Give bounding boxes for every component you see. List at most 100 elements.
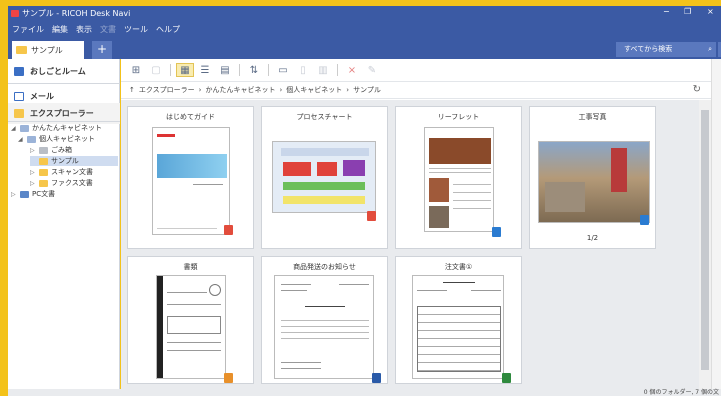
tree-label: PC文書: [32, 190, 56, 198]
chevron-down-icon[interactable]: ◢: [11, 125, 17, 132]
folder-icon: [16, 46, 27, 54]
tree-label: かんたんキャビネット: [32, 124, 102, 132]
vertical-scrollbar[interactable]: [699, 100, 711, 389]
document-title: 書類: [183, 263, 198, 271]
document-thumbnail: [412, 275, 504, 379]
document-card[interactable]: 工事写真 1/2: [529, 106, 656, 249]
cabinet-icon: [20, 124, 29, 132]
folder-icon: [39, 157, 48, 165]
document-title: はじめてガイド: [166, 113, 215, 121]
document-title: 注文書①: [444, 263, 473, 271]
image-icon: [224, 373, 233, 383]
explorer-folder-icon: [14, 109, 24, 118]
minimize-button[interactable]: −: [663, 7, 670, 16]
chevron-right-icon[interactable]: ▷: [30, 169, 36, 176]
image-icon: [640, 215, 649, 225]
trash-icon: [39, 146, 48, 154]
document-thumbnail: [152, 127, 230, 235]
list-view-icon[interactable]: ☰: [196, 63, 214, 77]
app-icon: [11, 9, 19, 17]
breadcrumb-personal-cabinet[interactable]: 個人キャビネット: [286, 85, 342, 95]
tree-item-fax[interactable]: ▷ ファクス文書: [30, 178, 93, 188]
image-icon: [492, 227, 501, 237]
pdf-icon: [367, 211, 376, 221]
document-card[interactable]: 注文書①: [395, 256, 522, 384]
tab-label: サンプル: [31, 45, 63, 55]
sort-icon[interactable]: ⇅: [245, 63, 263, 77]
menu-view[interactable]: 表示: [76, 24, 92, 35]
tree-item-easy-cabinet[interactable]: ◢ かんたんキャビネット: [11, 123, 102, 133]
tab-sample[interactable]: サンプル: [12, 41, 84, 59]
stamp-icon[interactable]: ✎: [363, 63, 381, 77]
document-thumbnail: [272, 141, 376, 213]
sidebar-item-label: メール: [30, 92, 54, 101]
tree-item-personal-cabinet[interactable]: ◢ 個人キャビネット: [18, 134, 95, 144]
tree-item-scan[interactable]: ▷ スキャン文書: [30, 167, 93, 177]
close-button[interactable]: ×: [707, 7, 714, 16]
cabinet-icon: [27, 135, 36, 143]
document-card[interactable]: はじめてガイド: [127, 106, 254, 249]
document-thumbnail: [156, 275, 226, 379]
document-thumbnail: [274, 275, 374, 379]
divider: [8, 121, 120, 122]
document-card[interactable]: 書類: [127, 256, 254, 384]
word-icon: [372, 373, 381, 383]
calendar-icon[interactable]: ▤: [216, 63, 234, 77]
document-thumbnail: [538, 141, 650, 223]
breadcrumb-easy-cabinet[interactable]: かんたんキャビネット: [205, 85, 275, 95]
document-card[interactable]: リーフレット: [395, 106, 522, 249]
document-title: プロセスチャート: [296, 113, 353, 121]
tree-label: 個人キャビネット: [39, 135, 95, 143]
sidebar: おしごとルーム メール エクスプローラー ◢ かんたんキャビネット ◢ 個人キャ…: [8, 59, 120, 389]
menu-edit[interactable]: 編集: [52, 24, 68, 35]
document-title: リーフレット: [437, 113, 480, 121]
menu-file[interactable]: ファイル: [12, 24, 44, 35]
folder-open-icon[interactable]: ▭: [274, 63, 292, 77]
menu-document[interactable]: 文書: [100, 24, 116, 35]
document-card[interactable]: プロセスチャート: [261, 106, 388, 249]
document-thumbnail: [424, 127, 494, 232]
delete-icon[interactable]: ×: [343, 63, 361, 77]
right-panel-rail[interactable]: [711, 59, 721, 389]
chevron-down-icon[interactable]: ◢: [18, 136, 24, 143]
tree-item-trash[interactable]: ▷ ごみ箱: [30, 145, 72, 155]
breadcrumb: ↑ エクスプローラー › かんたんキャビネット › 個人キャビネット › サンプ…: [121, 81, 721, 99]
chevron-right-icon[interactable]: ▷: [30, 147, 36, 154]
chevron-right-icon[interactable]: ▷: [30, 180, 36, 187]
bind-icon[interactable]: ▯: [294, 63, 312, 77]
tree-item-sample[interactable]: サンプル: [30, 156, 118, 166]
sidebar-item-office-room[interactable]: おしごとルーム: [8, 61, 120, 82]
folder-icon: [39, 179, 48, 187]
up-icon[interactable]: ↑: [129, 86, 135, 94]
new-document-icon[interactable]: ⊞: [127, 63, 145, 77]
search-placeholder: すべてから検索: [624, 45, 673, 53]
document-card[interactable]: 商品発送のお知らせ: [261, 256, 388, 384]
document-grid: はじめてガイド プロセスチャート リーフレット 工事写真 1/2 書類 商品発送…: [121, 100, 699, 389]
menu-help[interactable]: ヘルプ: [156, 24, 180, 35]
maximize-button[interactable]: ❐: [684, 7, 691, 16]
office-room-icon: [14, 67, 24, 76]
pc-icon: [20, 190, 29, 198]
chevron-right-icon[interactable]: ▷: [11, 191, 17, 198]
search-input[interactable]: すべてから検索 ⌕: [616, 42, 716, 57]
content-area: ⊞ ▢ ▦ ☰ ▤ ⇅ ▭ ▯ ▥ × ✎ ↑ エクスプローラー › かんたんキ…: [121, 59, 721, 389]
status-bar: 0 個のフォルダー, 7 個の文: [8, 389, 721, 396]
divider: [8, 83, 120, 84]
thumbnail-view-icon[interactable]: ▦: [176, 63, 194, 77]
breadcrumb-explorer[interactable]: エクスプローラー: [139, 85, 195, 95]
document-title: 商品発送のお知らせ: [293, 263, 356, 271]
breadcrumb-sample[interactable]: サンプル: [353, 85, 381, 95]
refresh-icon[interactable]: ↻: [693, 84, 701, 95]
tree-label: ファクス文書: [51, 179, 93, 187]
menu-bar: ファイル 編集 表示 文書 ツール ヘルプ: [8, 20, 721, 38]
search-icon[interactable]: ⌕: [708, 42, 712, 57]
menu-tools[interactable]: ツール: [124, 24, 148, 35]
pdf-icon: [224, 225, 233, 235]
tree-item-pc-docs[interactable]: ▷ PC文書: [11, 189, 55, 199]
copy-icon[interactable]: ▢: [147, 63, 165, 77]
toolbar: ⊞ ▢ ▦ ☰ ▤ ⇅ ▭ ▯ ▥ × ✎: [121, 59, 721, 81]
split-icon[interactable]: ▥: [314, 63, 332, 77]
add-tab-button[interactable]: +: [92, 41, 112, 59]
scrollbar-thumb[interactable]: [701, 110, 709, 370]
mail-icon: [14, 92, 24, 101]
